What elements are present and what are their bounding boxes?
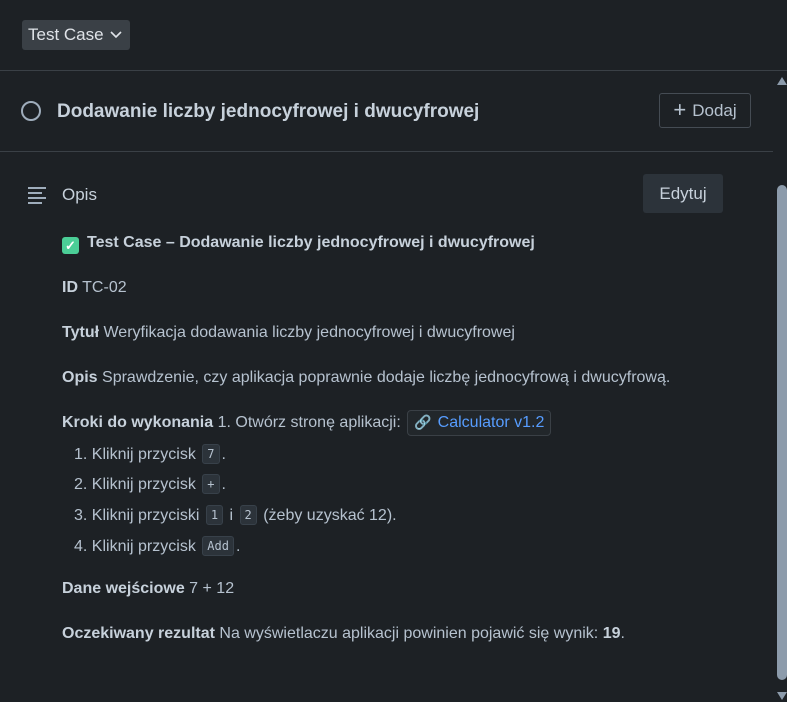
step-number: 1. (74, 446, 88, 463)
chevron-down-icon (110, 31, 122, 39)
input-label: Dane wejściowe (62, 580, 185, 597)
step-period: . (235, 538, 241, 555)
result-number: 19 (602, 625, 621, 642)
link-label: Calculator v1.2 (437, 414, 545, 431)
add-button[interactable]: + Dodaj (659, 93, 751, 128)
status-circle-icon[interactable] (21, 101, 41, 121)
step-text: Kliknij przycisk (91, 476, 196, 493)
key-1: 1 (205, 505, 224, 525)
opis-value: Sprawdzenie, czy aplikacja poprawnie dod… (102, 369, 671, 386)
step-5-line: 4. Kliknij przycisk Add. (74, 536, 240, 556)
opis-label: Opis (62, 369, 98, 386)
input-line: Dane wejściowe 7 + 12 (62, 580, 234, 598)
step-1: 1. Otwórz stronę aplikacji: (217, 414, 401, 431)
step-text: Kliknij przycisk (91, 538, 196, 555)
step-number: 2. (74, 476, 88, 493)
key-plus: + (202, 474, 220, 494)
step-2-line: 1. Kliknij przycisk 7. (74, 444, 226, 464)
steps-line: Kroki do wykonania 1. Otwórz stronę apli… (62, 410, 552, 436)
edit-button[interactable]: Edytuj (643, 174, 723, 213)
step-period: . (221, 446, 226, 463)
key-7: 7 (202, 444, 220, 464)
result-value: Na wyświetlaczu aplikacji powinien pojaw… (219, 625, 599, 642)
check-icon: ✓ (62, 237, 79, 254)
step-text: Kliknij przyciski (91, 507, 200, 524)
id-line: ID TC-02 (62, 279, 127, 297)
id-label: ID (62, 279, 78, 296)
heading-line: ✓ Test Case – Dodawanie liczby jednocyfro… (62, 234, 535, 254)
description-label: Opis (62, 185, 97, 204)
key-2: 2 (239, 505, 257, 525)
result-period: . (620, 625, 625, 642)
title-line: Tytuł Weryfikacja dodawania liczby jedno… (62, 324, 515, 342)
result-line: Oczekiwany rezultat Na wyświetlaczu apli… (62, 625, 625, 643)
description-heading: Test Case – Dodawanie liczby jednocyfrow… (87, 234, 535, 251)
issue-type-label: Test Case (28, 25, 104, 44)
plus-icon: + (673, 96, 687, 122)
scroll-up-icon[interactable] (777, 77, 787, 85)
calculator-link[interactable]: 🔗 Calculator v1.2 (407, 410, 552, 436)
page-title: Dodawanie liczby jednocyfrowej i dwucyfr… (57, 101, 480, 122)
id-value: TC-02 (82, 279, 127, 296)
step-number: 4. (74, 538, 88, 555)
issue-type-button[interactable]: Test Case (22, 20, 130, 50)
step-number: 3. (74, 507, 88, 524)
step-3-line: 2. Kliknij przycisk +. (74, 474, 226, 494)
description-icon (28, 187, 46, 204)
input-value: 7 + 12 (189, 580, 235, 597)
and-text: i (229, 507, 234, 524)
opis-line: Opis Sprawdzenie, czy aplikacja poprawni… (62, 369, 670, 387)
scrollbar-thumb[interactable] (777, 185, 787, 680)
result-label: Oczekiwany rezultat (62, 625, 215, 642)
key-add: Add (202, 536, 234, 556)
steps-label: Kroki do wykonania (62, 414, 214, 431)
issue-header: Dodawanie liczby jednocyfrowej i dwucyfr… (0, 71, 773, 152)
top-bar: Test Case (0, 0, 787, 71)
step-period: . (221, 476, 226, 493)
link-icon: 🔗 (414, 414, 432, 430)
title-value: Weryfikacja dodawania liczby jednocyfrow… (103, 324, 515, 341)
step-text: Kliknij przycisk (91, 446, 196, 463)
title-label: Tytuł (62, 324, 100, 341)
add-label: Dodaj (692, 100, 737, 120)
scroll-down-icon[interactable] (777, 692, 787, 700)
step-tail: (żeby uzyskać 12). (263, 507, 397, 524)
step-4-line: 3. Kliknij przyciski 1 i 2 (żeby uzyskać… (74, 505, 397, 525)
